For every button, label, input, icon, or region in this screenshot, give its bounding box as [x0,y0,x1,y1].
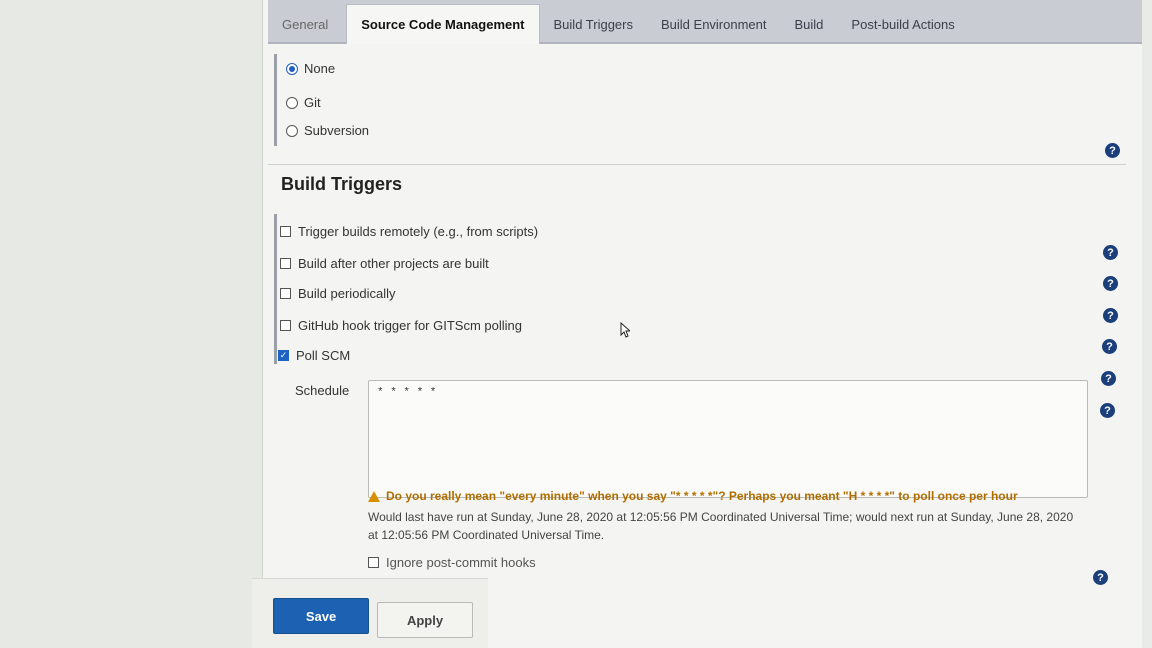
checkbox[interactable] [280,288,291,299]
ignore-post-commit-hooks[interactable]: Ignore post-commit hooks [368,555,536,570]
mouse-cursor-icon [620,322,630,338]
warning-icon [368,490,380,502]
scm-section-bar [274,54,277,146]
left-margin [0,0,262,648]
trigger-label: Build periodically [298,286,396,301]
tab-build-triggers[interactable]: Build Triggers [540,6,647,42]
apply-button[interactable]: Apply [377,602,473,638]
tab-post-build-actions[interactable]: Post-build Actions [837,6,968,42]
scm-option-label: Git [304,95,321,110]
tab-bar: General Source Code Management Build Tri… [268,0,1142,44]
schedule-warning: Do you really mean "every minute" when y… [368,489,1088,503]
section-divider [268,164,1126,165]
help-icon[interactable]: ? [1103,276,1118,291]
help-icon[interactable]: ? [1101,371,1116,386]
help-icon[interactable]: ? [1105,143,1120,158]
triggers-section-bar [274,214,277,364]
help-icon[interactable]: ? [1102,339,1117,354]
trigger-label: GitHub hook trigger for GITScm polling [298,318,522,333]
checkbox-checked[interactable]: ✓ [278,350,289,361]
trigger-github-hook[interactable]: GitHub hook trigger for GITScm polling [280,318,522,333]
scm-option-none[interactable]: None [286,61,335,76]
trigger-after-other-projects[interactable]: Build after other projects are built [280,256,489,271]
trigger-label: Trigger builds remotely (e.g., from scri… [298,224,539,239]
trigger-periodically[interactable]: Build periodically [280,286,396,301]
radio-button[interactable] [286,124,298,137]
radio-button-checked[interactable] [286,62,298,75]
schedule-info: Would last have run at Sunday, June 28, … [368,510,1074,542]
checkbox[interactable] [280,258,291,269]
checkbox[interactable] [368,557,379,568]
trigger-label: Poll SCM [296,348,351,363]
checkbox[interactable] [280,320,291,331]
help-icon[interactable]: ? [1103,245,1118,260]
tab-general[interactable]: General [268,6,342,42]
checkbox[interactable] [280,226,291,237]
scm-option-subversion[interactable]: Subversion [286,123,369,138]
help-icon[interactable]: ? [1100,403,1115,418]
help-icon[interactable]: ? [1093,570,1108,585]
scm-option-git[interactable]: Git [286,95,321,110]
save-button[interactable]: Save [273,598,369,634]
schedule-textarea[interactable]: * * * * * [368,380,1088,498]
schedule-label: Schedule [295,383,350,398]
scm-option-label: Subversion [304,123,370,138]
tab-source-code-management[interactable]: Source Code Management [346,4,540,44]
trigger-poll-scm[interactable]: ✓ Poll SCM [278,348,350,363]
build-triggers-title: Build Triggers [281,174,403,194]
tab-build-environment[interactable]: Build Environment [647,6,781,42]
scm-option-label: None [304,61,336,76]
trigger-remote[interactable]: Trigger builds remotely (e.g., from scri… [280,224,538,239]
warning-text: Do you really mean "every minute" when y… [386,489,1018,503]
trigger-label: Build after other projects are built [298,256,489,271]
help-icon[interactable]: ? [1103,308,1118,323]
radio-button[interactable] [286,96,298,109]
ignore-hooks-label: Ignore post-commit hooks [386,555,536,570]
tab-build[interactable]: Build [781,6,838,42]
